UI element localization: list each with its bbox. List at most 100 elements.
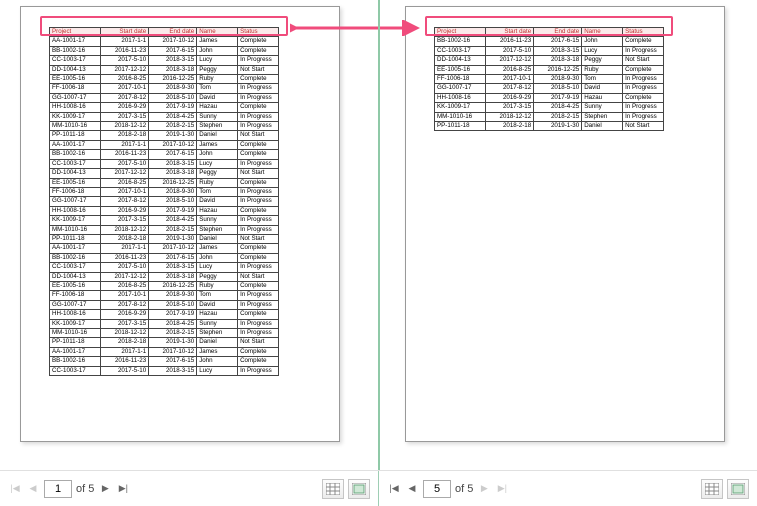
table-cell: AA-1001-17 bbox=[50, 37, 101, 46]
table-cell: 2017-6-15 bbox=[149, 357, 197, 366]
table-cell: 2016-12-25 bbox=[149, 178, 197, 187]
table-cell: MM-1010-16 bbox=[50, 329, 101, 338]
table-cell: 2017-10-12 bbox=[149, 244, 197, 253]
pager-right: |◀ ◀ of 5 ▶ ▶| bbox=[387, 480, 509, 498]
view-mode-grid-button[interactable] bbox=[701, 479, 723, 499]
table-cell: 2017-10-1 bbox=[101, 291, 149, 300]
page-input-left[interactable] bbox=[44, 480, 72, 498]
table-cell: Lucy bbox=[197, 159, 238, 168]
table-cell: EE-1005-16 bbox=[50, 281, 101, 290]
table-cell: MM-1010-16 bbox=[50, 225, 101, 234]
table-cell: Not Start bbox=[623, 122, 664, 131]
last-page-button[interactable]: ▶| bbox=[116, 482, 130, 496]
table-cell: In Progress bbox=[238, 291, 279, 300]
table-cell: 2017-10-1 bbox=[486, 75, 534, 84]
view-mode-page-button[interactable] bbox=[348, 479, 370, 499]
table-cell: John bbox=[197, 357, 238, 366]
prev-page-button[interactable]: ◀ bbox=[405, 482, 419, 496]
table-cell: Not Start bbox=[238, 234, 279, 243]
page-input-right[interactable] bbox=[423, 480, 451, 498]
table-cell: 2017-3-15 bbox=[101, 319, 149, 328]
prev-page-button[interactable]: ◀ bbox=[26, 482, 40, 496]
table-row: PP-1011-182018-2-182019-1-30DanielNot St… bbox=[50, 338, 279, 347]
page-1: ProjectStart dateEnd dateNameStatus AA-1… bbox=[20, 6, 340, 442]
table-row: HH-1008-162016-9-292017-9-19HazauComplet… bbox=[50, 206, 279, 215]
table-cell: 2017-5-10 bbox=[101, 366, 149, 375]
view-mode-grid-button[interactable] bbox=[322, 479, 344, 499]
table-cell: Complete bbox=[238, 347, 279, 356]
table-row: DD-1004-132017-12-122018-3-18PeggyNot St… bbox=[50, 65, 279, 74]
table-cell: 2016-9-29 bbox=[101, 310, 149, 319]
last-page-button[interactable]: ▶| bbox=[495, 482, 509, 496]
table-row: GG-1007-172017-8-122018-5-10DavidIn Prog… bbox=[50, 93, 279, 102]
table-cell: Not Start bbox=[238, 272, 279, 281]
table-row: CC-1003-172017-5-102018-3-15LucyIn Progr… bbox=[50, 366, 279, 375]
table-row: MM-1010-162018-12-122018-2-15StephenIn P… bbox=[50, 329, 279, 338]
table-cell: Complete bbox=[623, 93, 664, 102]
view-mode-page-button[interactable] bbox=[727, 479, 749, 499]
first-page-button[interactable]: |◀ bbox=[387, 482, 401, 496]
table-cell: 2017-6-15 bbox=[149, 150, 197, 159]
table-cell: 2018-3-18 bbox=[149, 169, 197, 178]
table-row: GG-1007-172017-8-122018-5-10DavidIn Prog… bbox=[50, 300, 279, 309]
data-table-left: ProjectStart dateEnd dateNameStatus AA-1… bbox=[49, 27, 279, 376]
table-cell: Daniel bbox=[197, 234, 238, 243]
table-cell: 2017-10-1 bbox=[101, 187, 149, 196]
table-cell: PP-1011-18 bbox=[50, 338, 101, 347]
table-cell: 2017-1-1 bbox=[101, 37, 149, 46]
footer-right: |◀ ◀ of 5 ▶ ▶| bbox=[379, 471, 757, 506]
table-cell: 2017-10-12 bbox=[149, 37, 197, 46]
table-cell: CC-1003-17 bbox=[50, 263, 101, 272]
next-page-button[interactable]: ▶ bbox=[98, 482, 112, 496]
table-cell: In Progress bbox=[238, 56, 279, 65]
table-cell: DD-1004-13 bbox=[50, 272, 101, 281]
table-cell: 2016-9-29 bbox=[101, 206, 149, 215]
table-header: Start date bbox=[101, 28, 149, 37]
table-cell: Lucy bbox=[197, 263, 238, 272]
table-cell: KK-1009-17 bbox=[50, 112, 101, 121]
table-cell: 2017-10-12 bbox=[149, 140, 197, 149]
table-cell: 2016-11-23 bbox=[101, 357, 149, 366]
table-cell: FF-1006-18 bbox=[50, 84, 101, 93]
table-row: MM-1010-162018-12-122018-2-15StephenIn P… bbox=[435, 112, 664, 121]
table-cell: James bbox=[197, 140, 238, 149]
table-cell: 2017-3-15 bbox=[486, 103, 534, 112]
table-cell: Complete bbox=[238, 244, 279, 253]
table-row: FF-1006-182017-10-12018-9-30TomIn Progre… bbox=[50, 187, 279, 196]
table-cell: 2018-4-25 bbox=[149, 112, 197, 121]
table-cell: Not Start bbox=[238, 169, 279, 178]
table-cell: In Progress bbox=[238, 187, 279, 196]
table-cell: 2019-1-30 bbox=[149, 131, 197, 140]
table-cell: 2018-5-10 bbox=[149, 93, 197, 102]
table-cell: 2018-2-15 bbox=[149, 122, 197, 131]
table-cell: 2018-12-12 bbox=[101, 225, 149, 234]
table-cell: 2017-5-10 bbox=[101, 56, 149, 65]
table-row: BB-1002-162016-11-232017-6-15JohnComplet… bbox=[50, 46, 279, 55]
table-cell: Not Start bbox=[238, 338, 279, 347]
table-row: PP-1011-182018-2-182019-1-30DanielNot St… bbox=[435, 122, 664, 131]
right-preview-pane: ProjectStart dateEnd dateNameStatus BB-1… bbox=[379, 0, 757, 470]
table-cell: David bbox=[582, 84, 623, 93]
table-cell: Daniel bbox=[197, 338, 238, 347]
table-cell: 2016-9-29 bbox=[486, 93, 534, 102]
table-cell: PP-1011-18 bbox=[435, 122, 486, 131]
table-cell: DD-1004-13 bbox=[435, 56, 486, 65]
table-cell: 2018-3-15 bbox=[149, 263, 197, 272]
table-cell: Lucy bbox=[197, 56, 238, 65]
table-cell: 2019-1-30 bbox=[534, 122, 582, 131]
page-total-label: of 5 bbox=[76, 483, 94, 495]
table-cell: Not Start bbox=[623, 56, 664, 65]
first-page-button[interactable]: |◀ bbox=[8, 482, 22, 496]
table-cell: CC-1003-17 bbox=[50, 159, 101, 168]
table-row: KK-1009-172017-3-152018-4-25SunnyIn Prog… bbox=[50, 112, 279, 121]
table-cell: 2016-11-23 bbox=[486, 37, 534, 46]
table-header: Status bbox=[238, 28, 279, 37]
table-cell: 2017-6-15 bbox=[149, 46, 197, 55]
table-cell: 2017-10-1 bbox=[101, 84, 149, 93]
table-row: PP-1011-182018-2-182019-1-30DanielNot St… bbox=[50, 234, 279, 243]
table-row: KK-1009-172017-3-152018-4-25SunnyIn Prog… bbox=[50, 319, 279, 328]
table-row: CC-1003-172017-5-102018-3-15LucyIn Progr… bbox=[50, 159, 279, 168]
table-cell: KK-1009-17 bbox=[50, 319, 101, 328]
next-page-button[interactable]: ▶ bbox=[477, 482, 491, 496]
table-cell: Ruby bbox=[197, 281, 238, 290]
